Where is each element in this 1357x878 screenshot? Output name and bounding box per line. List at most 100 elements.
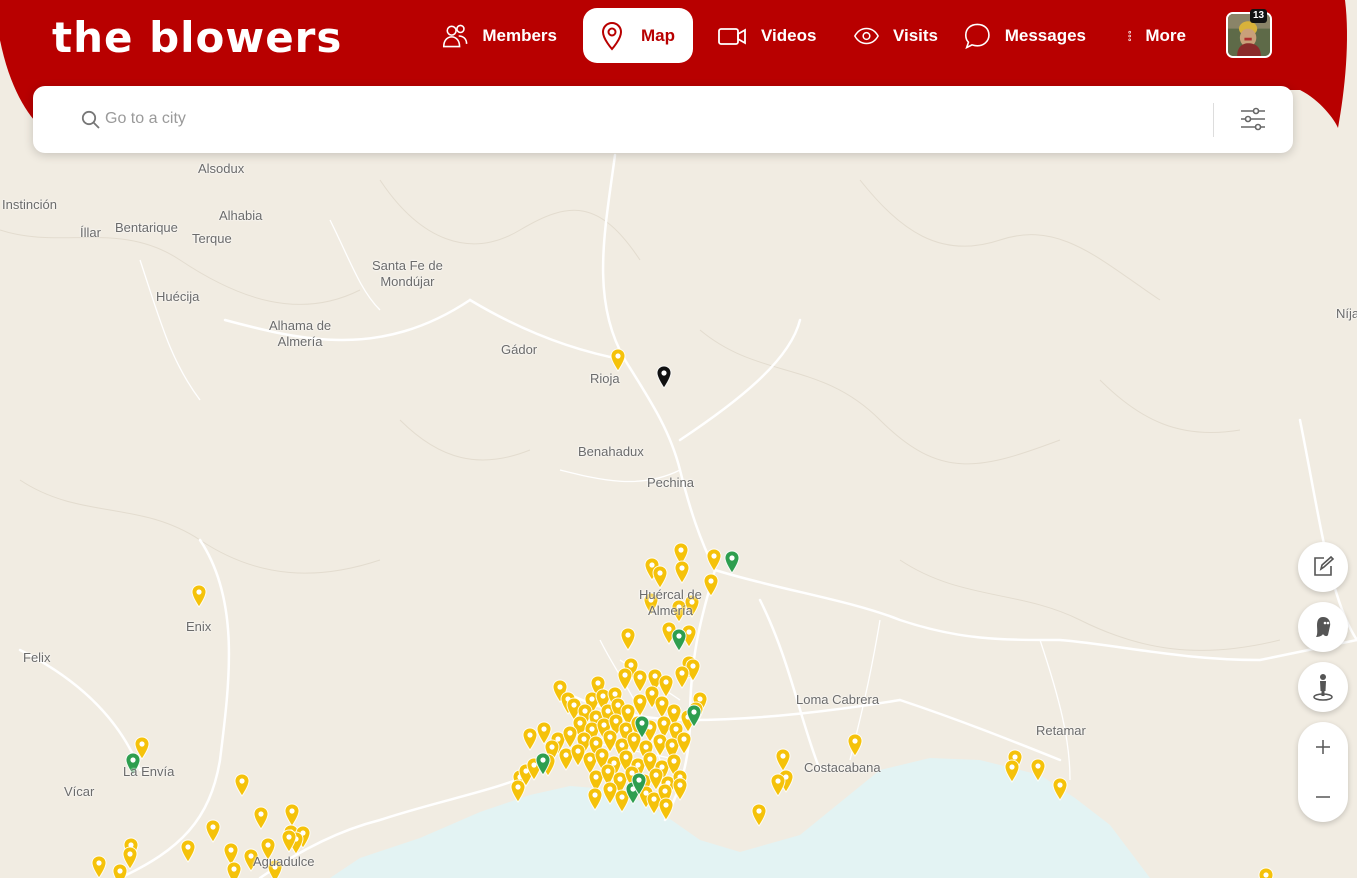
video-camera-icon [718, 27, 746, 45]
member-marker-dot [595, 680, 601, 686]
edit-icon [1314, 555, 1335, 576]
member-marker-dot [623, 726, 629, 732]
member-marker-dot [563, 752, 569, 758]
member-marker-dot [593, 774, 599, 780]
member-marker-dot [286, 834, 292, 840]
member-marker-dot [571, 702, 577, 708]
place-label: La Envía [123, 764, 175, 779]
member-marker-dot [623, 754, 629, 760]
member-marker-dot [1057, 782, 1063, 788]
place-label: Costacabana [804, 760, 881, 775]
nav-members-label: Members [482, 25, 557, 45]
place-label: Enix [186, 619, 212, 634]
member-marker-dot [613, 718, 619, 724]
place-label: Rioja [590, 371, 620, 386]
city-search-input[interactable] [105, 104, 1205, 134]
nav-map[interactable]: Map [583, 8, 693, 63]
nav-messages-label: Messages [1004, 25, 1086, 45]
member-marker-dot [592, 792, 598, 798]
place-label: Huércal de Almería [639, 587, 702, 618]
member-marker-dot [289, 808, 295, 814]
member-marker-dot [653, 772, 659, 778]
member-marker-dot [617, 776, 623, 782]
member-marker-dot [671, 758, 677, 764]
nav-members[interactable]: Members [428, 8, 571, 63]
member-marker-dot [775, 778, 781, 784]
member-marker-dot [678, 547, 684, 553]
member-marker-dot [651, 796, 657, 802]
member-marker-dot [628, 662, 634, 668]
place-label: Retamar [1036, 723, 1086, 738]
member-marker-dot [605, 768, 611, 774]
nav-messages[interactable]: Messages [950, 8, 1100, 63]
place-label: Benahadux [578, 444, 644, 459]
member-marker-dot [619, 794, 625, 800]
member-marker-dot [127, 851, 133, 857]
member-marker-dot [139, 741, 145, 747]
member-marker-dot [600, 693, 606, 699]
member-marker-dot [666, 626, 672, 632]
member-marker-dot [647, 756, 653, 762]
member-marker-dot [185, 844, 191, 850]
plus-icon [1316, 740, 1330, 754]
member-marker-dot [681, 736, 687, 742]
member-marker-dot [1012, 754, 1018, 760]
eye-icon [854, 27, 879, 44]
edit-button[interactable] [1298, 542, 1348, 592]
member-marker-dot [671, 708, 677, 714]
place-label: Íllar [80, 225, 101, 240]
member-marker-dot [557, 684, 563, 690]
chat-bubble-icon [964, 23, 990, 49]
member-marker-dot [697, 696, 703, 702]
member-marker-dot [663, 802, 669, 808]
member-marker-dot [601, 722, 607, 728]
member-marker-dot [599, 752, 605, 758]
search-icon [81, 110, 100, 129]
members-icon [442, 24, 468, 47]
member-marker-dot [612, 691, 618, 697]
member-marker-dot [652, 673, 658, 679]
ghost-mode-button[interactable] [1298, 602, 1348, 652]
place-label: Alsodux [198, 161, 245, 176]
member-marker-dot [669, 742, 675, 748]
zoom-out-button[interactable] [1298, 772, 1348, 822]
member-marker-dot [625, 708, 631, 714]
member-marker[interactable] [226, 861, 242, 878]
place-label: Níja [1336, 306, 1357, 321]
member-marker-dot [756, 808, 762, 814]
zoom-in-button[interactable] [1298, 722, 1348, 772]
nav-map-label: Map [641, 25, 675, 45]
search-divider [1213, 103, 1214, 137]
nav-videos[interactable]: Videos [703, 8, 833, 63]
member-marker[interactable] [112, 863, 128, 878]
member-marker-dot [679, 670, 685, 676]
place-label: Vícar [64, 784, 95, 799]
member-marker-dot [567, 730, 573, 736]
member-marker-dot [625, 632, 631, 638]
filter-sliders-icon[interactable] [1239, 105, 1267, 133]
member-marker-dot [587, 756, 593, 762]
logo[interactable]: the blowers [52, 12, 342, 64]
member-marker-dot [239, 778, 245, 784]
member-marker-dot [657, 738, 663, 744]
member-marker-dot [649, 562, 655, 568]
member-marker-dot [531, 762, 537, 768]
member-marker-dot [577, 720, 583, 726]
place-label: Gádor [501, 342, 538, 357]
member-marker-dot [637, 674, 643, 680]
member-marker-dot [637, 698, 643, 704]
member-marker-dot [265, 842, 271, 848]
nav-more[interactable]: More [1110, 8, 1200, 63]
member-marker-dot [619, 742, 625, 748]
member-marker-dot [549, 744, 555, 750]
member-marker-dot [662, 788, 668, 794]
place-label: Pechina [647, 475, 694, 490]
street-view-button[interactable] [1298, 662, 1348, 712]
member-marker-dot [228, 847, 234, 853]
member-marker[interactable] [1258, 867, 1274, 878]
minus-icon [1316, 796, 1330, 798]
online-member-marker-dot [540, 757, 546, 763]
member-marker-dot [711, 553, 717, 559]
my-location-marker-dot [661, 370, 667, 376]
nav-visits[interactable]: Visits [840, 8, 952, 63]
